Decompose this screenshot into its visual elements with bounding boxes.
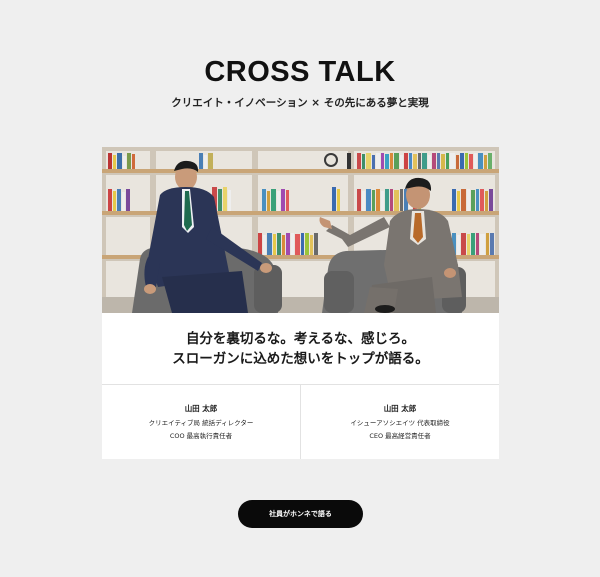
profile-role-department: クリエイティブ局 統括ディレクター (148, 419, 254, 427)
profile-role-title: CEO 最高経営責任者 (369, 432, 431, 440)
profile-role-department: イシューアソシエイツ 代表取締役 (350, 419, 450, 427)
employee-voices-button[interactable]: 社員がホンネで語る (238, 500, 363, 528)
cross-talk-card[interactable]: 自分を裏切るな。考えるな、感じろ。 スローガンに込めた想いをトップが語る。 山田… (102, 147, 499, 459)
page-subtitle: クリエイト・イノベーション × その先にある夢と実現 (171, 97, 429, 109)
headline-line-1: 自分を裏切るな。考えるな、感じろ。 (185, 331, 416, 347)
card-headline: 自分を裏切るな。考えるな、感じろ。 スローガンに込めた想いをトップが語る。 (102, 329, 499, 369)
page-title: CROSS TALK (204, 56, 396, 88)
profile-ceo: 山田 太郎 イシューアソシエイツ 代表取締役 CEO 最高経営責任者 (301, 403, 499, 443)
profile-name: 山田 太郎 (184, 404, 218, 413)
talk-photo (102, 147, 499, 313)
talk-photo-illustration (102, 147, 499, 313)
profile-name: 山田 太郎 (383, 404, 417, 413)
profile-role-title: COO 最高執行責任者 (169, 432, 233, 440)
headline-line-2: スローガンに込めた想いをトップが語る。 (172, 351, 429, 367)
profile-coo: 山田 太郎 クリエイティブ局 統括ディレクター COO 最高執行責任者 (102, 403, 300, 443)
